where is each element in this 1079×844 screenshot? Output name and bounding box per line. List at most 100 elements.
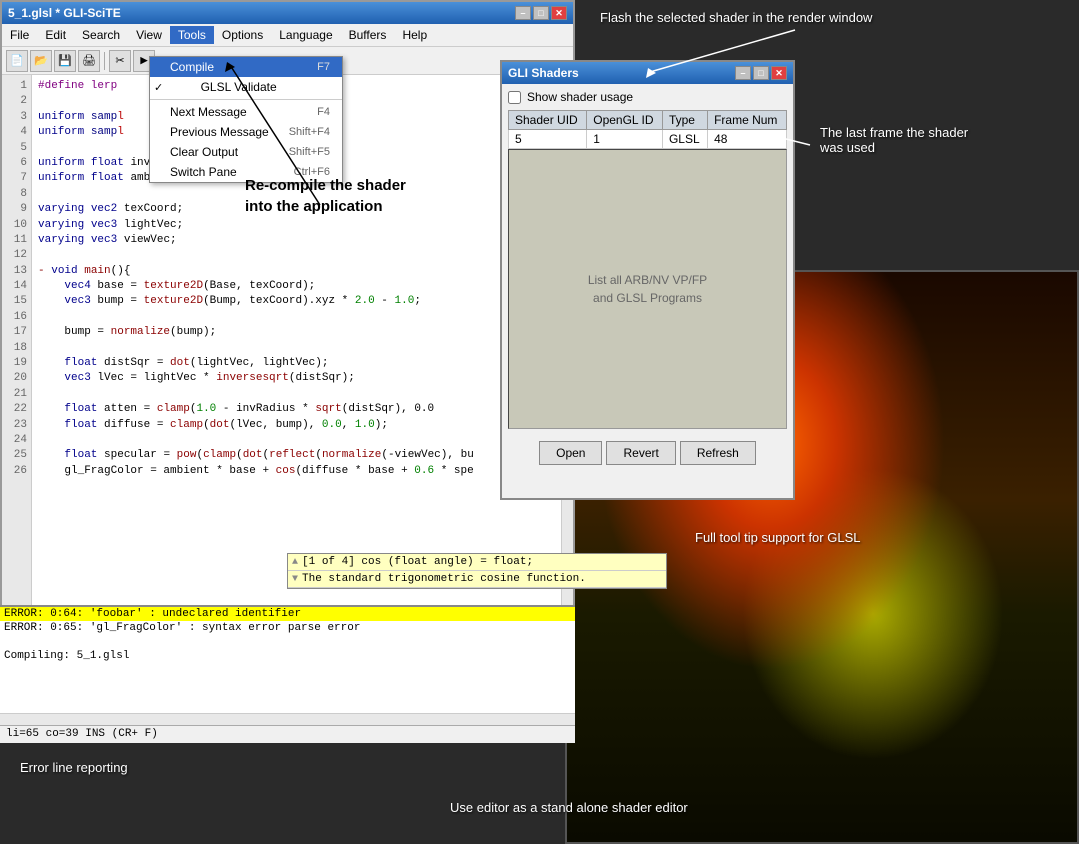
next-message-shortcut: F4 (317, 106, 330, 118)
gli-title: GLI Shaders (508, 66, 579, 80)
output-error-1: ERROR: 0:64: 'foobar' : undeclared ident… (0, 607, 575, 621)
prev-message-shortcut: Shift+F4 (289, 126, 330, 138)
gli-max-button[interactable]: □ (753, 66, 769, 80)
menu-glsl-validate[interactable]: ✓ GLSL Validate (150, 77, 342, 97)
code-line (38, 341, 555, 356)
menu-view[interactable]: View (128, 26, 170, 44)
col-opengl-id: OpenGL ID (587, 111, 663, 130)
menu-options[interactable]: Options (214, 26, 271, 44)
menu-tools[interactable]: Tools (170, 26, 214, 44)
code-line: - void main(){ (38, 264, 555, 279)
code-line: vec4 base = texture2D(Base, texCoord); (38, 279, 555, 294)
code-line: vec3 bump = texture2D(Bump, texCoord).xy… (38, 294, 555, 309)
checkmark-icon: ✓ (154, 81, 163, 94)
code-line (38, 310, 555, 325)
menu-clear-output[interactable]: Clear Output Shift+F5 (150, 142, 342, 162)
gli-body: Show shader usage Shader UID OpenGL ID T… (502, 84, 793, 435)
tooltip-down-arrow: ▼ (292, 574, 298, 585)
gli-window-controls: – □ ✕ (735, 66, 787, 80)
menu-compile[interactable]: Compile F7 (150, 57, 342, 77)
code-line: bump = normalize(bump); (38, 325, 555, 340)
annotation-flash-shader: Flash the selected shader in the render … (600, 10, 872, 25)
gli-list-label: List all ARB/NV VP/FPand GLSL Programs (588, 271, 707, 307)
dropdown-sep-1 (150, 99, 342, 100)
new-button[interactable]: 📄 (6, 50, 28, 72)
annotation-standalone: Use editor as a stand alone shader edito… (450, 800, 688, 815)
code-line: varying vec3 lightVec; (38, 218, 555, 233)
glsl-validate-label: GLSL Validate (201, 80, 277, 94)
annotation-last-frame: The last frame the shaderwas used (820, 125, 968, 155)
output-compiling: Compiling: 5_1.glsl (0, 649, 575, 663)
status-bar: li=65 co=39 INS (CR+ F) (0, 725, 575, 743)
gli-close-button[interactable]: ✕ (771, 66, 787, 80)
revert-button[interactable]: Revert (606, 441, 675, 465)
gli-shader-table: Shader UID OpenGL ID Type Frame Num 5 1 … (508, 110, 787, 149)
col-shader-uid: Shader UID (509, 111, 587, 130)
gli-titlebar: GLI Shaders – □ ✕ (502, 62, 793, 84)
code-line: float specular = pow(clamp(dot(reflect(n… (38, 448, 555, 463)
output-pane: ERROR: 0:64: 'foobar' : undeclared ident… (0, 605, 575, 725)
menu-buffers[interactable]: Buffers (341, 26, 395, 44)
clear-output-shortcut: Shift+F5 (289, 146, 330, 158)
code-line: float diffuse = clamp(dot(lVec, bump), 0… (38, 418, 555, 433)
menu-search[interactable]: Search (74, 26, 128, 44)
prev-message-label: Previous Message (170, 125, 269, 139)
code-line: float distSqr = dot(lightVec, lightVec); (38, 356, 555, 371)
cell-frame-num: 48 (708, 130, 787, 149)
menubar: File Edit Search View Tools Options Lang… (2, 24, 573, 47)
table-row[interactable]: 5 1 GLSL 48 (509, 130, 787, 149)
tooltip-row-2: ▼ The standard trigonometric cosine func… (288, 571, 666, 588)
tools-dropdown: Compile F7 ✓ GLSL Validate Next Message … (149, 56, 343, 183)
window-controls: – □ ✕ (515, 6, 567, 20)
output-error-2: ERROR: 0:65: 'gl_FragColor' : syntax err… (0, 621, 575, 635)
annotation-tooltip: Full tool tip support for GLSL (695, 530, 860, 545)
output-blank (0, 635, 575, 649)
gli-buttons: Open Revert Refresh (502, 435, 793, 471)
code-line: float atten = clamp(1.0 - invRadius * sq… (38, 402, 555, 417)
tooltip-row-1: ▲ [1 of 4] cos (float angle) = float; (288, 554, 666, 571)
gli-show-shader-row: Show shader usage (508, 90, 787, 104)
status-text: li=65 co=39 INS (CR+ F) (6, 728, 158, 740)
menu-next-message[interactable]: Next Message F4 (150, 102, 342, 122)
code-line: gl_FragColor = ambient * base + cos(diff… (38, 464, 555, 479)
col-type: Type (662, 111, 707, 130)
gli-show-shader-checkbox[interactable] (508, 91, 521, 104)
menu-edit[interactable]: Edit (37, 26, 74, 44)
editor-titlebar: 5_1.glsl * GLI-SciTE – □ ✕ (2, 2, 573, 24)
switch-pane-label: Switch Pane (170, 165, 237, 179)
menu-language[interactable]: Language (271, 26, 340, 44)
gli-min-button[interactable]: – (735, 66, 751, 80)
next-message-label: Next Message (170, 105, 247, 119)
cell-type: GLSL (662, 130, 707, 149)
refresh-button[interactable]: Refresh (680, 441, 756, 465)
code-line (38, 248, 555, 263)
compile-label: Compile (170, 60, 214, 74)
menu-prev-message[interactable]: Previous Message Shift+F4 (150, 122, 342, 142)
editor-title: 5_1.glsl * GLI-SciTE (8, 6, 121, 20)
cell-opengl-id: 1 (587, 130, 663, 149)
cut-button[interactable]: ✂ (109, 50, 131, 72)
minimize-button[interactable]: – (515, 6, 531, 20)
code-line (38, 433, 555, 448)
close-button[interactable]: ✕ (551, 6, 567, 20)
tooltip-popup: ▲ [1 of 4] cos (float angle) = float; ▼ … (287, 553, 667, 589)
print-button[interactable]: 🖨 (78, 50, 100, 72)
gli-shaders-window: GLI Shaders – □ ✕ Show shader usage Shad… (500, 60, 795, 500)
code-line: vec3 lVec = lightVec * inversesqrt(distS… (38, 371, 555, 386)
annotation-recompile: Re-compile the shaderinto the applicatio… (245, 175, 406, 217)
maximize-button[interactable]: □ (533, 6, 549, 20)
menu-file[interactable]: File (2, 26, 37, 44)
open-button[interactable]: 📂 (30, 50, 52, 72)
menu-help[interactable]: Help (394, 26, 435, 44)
gli-list-area: List all ARB/NV VP/FPand GLSL Programs (508, 149, 787, 429)
code-line (38, 387, 555, 402)
tooltip-sig: [1 of 4] cos (float angle) = float; (302, 556, 533, 568)
annotation-error-reporting: Error line reporting (20, 760, 128, 775)
output-scrollbar-h[interactable] (0, 713, 575, 725)
clear-output-label: Clear Output (170, 145, 238, 159)
gli-show-shader-label: Show shader usage (527, 90, 633, 104)
compile-shortcut: F7 (317, 61, 330, 73)
open-button[interactable]: Open (539, 441, 602, 465)
save-button[interactable]: 💾 (54, 50, 76, 72)
code-line: varying vec3 viewVec; (38, 233, 555, 248)
